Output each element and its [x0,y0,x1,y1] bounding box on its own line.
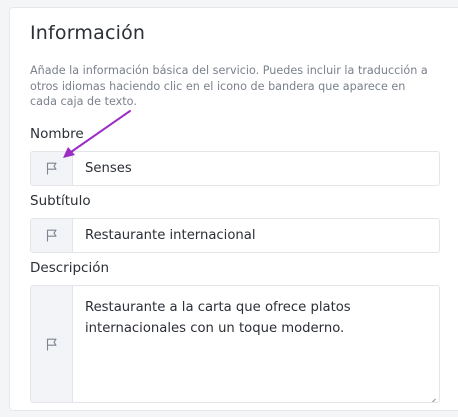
information-card: Información Añade la información básica … [9,7,458,411]
flag-icon [46,338,58,351]
descripcion-label: Descripción [30,260,110,276]
descripcion-flag-button[interactable] [31,286,73,402]
section-title: Información [30,22,146,44]
subtitulo-input[interactable]: Restaurante internacional [73,219,439,252]
subtitulo-flag-button[interactable] [31,219,73,252]
section-description: Añade la información básica del servicio… [30,64,428,108]
nombre-flag-button[interactable] [31,152,73,185]
subtitulo-field[interactable]: Restaurante internacional [30,218,440,253]
descripcion-textarea[interactable]: Restaurante a la carta que ofrece platos… [73,286,439,402]
resize-handle-icon[interactable] [428,391,436,402]
flag-icon [46,162,58,175]
nombre-field[interactable]: Senses [30,151,440,186]
nombre-input[interactable]: Senses [73,152,439,185]
flag-icon [46,229,58,242]
nombre-label: Nombre [30,126,84,142]
descripcion-field[interactable]: Restaurante a la carta que ofrece platos… [30,285,440,403]
subtitulo-label: Subtítulo [30,193,91,209]
